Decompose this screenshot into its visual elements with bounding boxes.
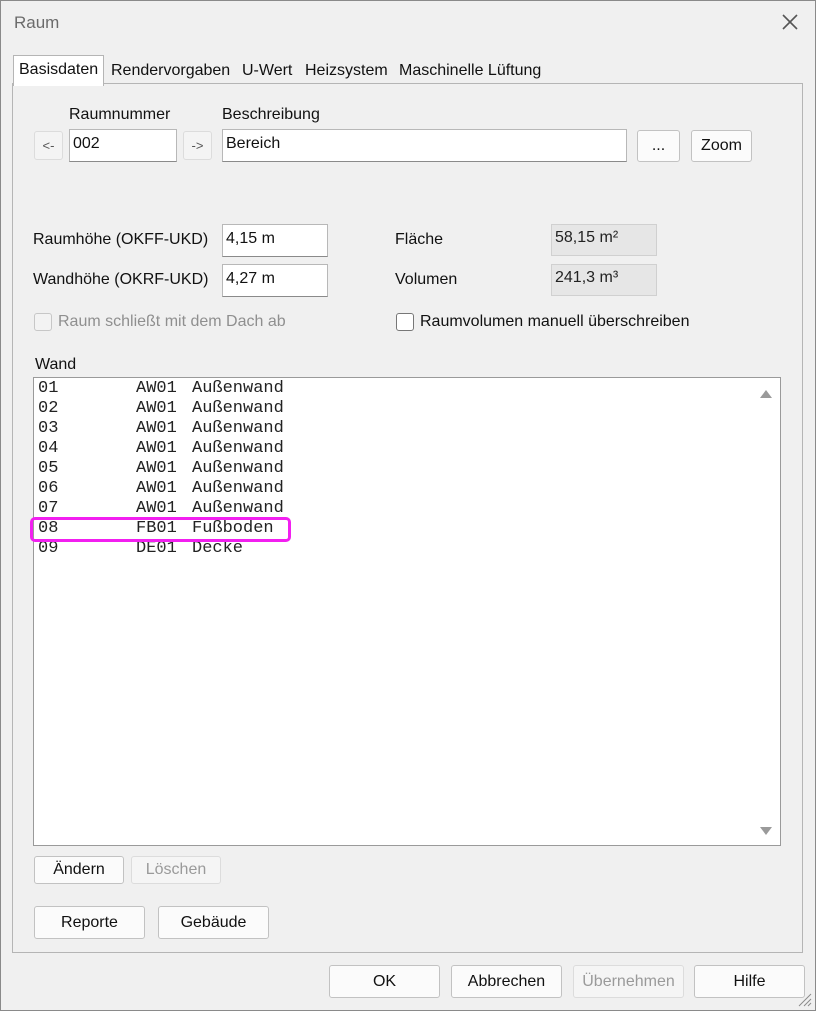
wall-nr: 02	[38, 399, 59, 418]
wall-nr: 04	[38, 439, 59, 458]
wall-code: FB01	[136, 519, 177, 538]
room-height-input[interactable]: 4,15 m	[222, 224, 328, 257]
wall-nr: 06	[38, 479, 59, 498]
wall-nr: 05	[38, 459, 59, 478]
wall-name: Decke	[192, 539, 244, 558]
tab-strip: Basisdaten Rendervorgaben U-Wert Heizsys…	[1, 55, 815, 86]
ok-button[interactable]: OK	[329, 965, 440, 998]
roof-checkbox[interactable]	[34, 313, 52, 331]
volume-value: 241,3 m³	[551, 264, 657, 296]
title-bar[interactable]: Raum	[1, 1, 815, 45]
wall-name: Außenwand	[192, 499, 284, 518]
apply-button[interactable]: Übernehmen	[573, 965, 684, 998]
wall-name: Außenwand	[192, 479, 284, 498]
wall-code: AW01	[136, 479, 177, 498]
help-button[interactable]: Hilfe	[694, 965, 805, 998]
prev-room-button[interactable]: <-	[34, 131, 63, 160]
wall-code: AW01	[136, 459, 177, 478]
wall-code: AW01	[136, 439, 177, 458]
description-label: Beschreibung	[222, 106, 320, 123]
scroll-down-icon[interactable]	[760, 827, 772, 835]
wall-name: Außenwand	[192, 379, 284, 398]
wall-name: Außenwand	[192, 439, 284, 458]
delete-button[interactable]: Löschen	[131, 856, 221, 884]
wall-nr: 07	[38, 499, 59, 518]
room-number-input[interactable]: 002	[69, 129, 177, 162]
zoom-button[interactable]: Zoom	[691, 130, 752, 162]
wall-height-label: Wandhöhe (OKRF-UKD)	[33, 271, 209, 288]
room-number-label: Raumnummer	[69, 106, 171, 123]
wall-listbox[interactable]: 01 AW01 Außenwand 02 AW01 Außenwand 03 AW01 Auße…	[33, 377, 781, 846]
reports-button[interactable]: Reporte	[34, 906, 145, 939]
wall-name: Außenwand	[192, 419, 284, 438]
tab-heizsystem[interactable]: Heizsystem	[302, 59, 391, 83]
description-input[interactable]: Bereich	[222, 129, 627, 162]
wall-code: AW01	[136, 379, 177, 398]
ellipsis-button[interactable]: ...	[637, 130, 680, 162]
window-title: Raum	[14, 13, 60, 32]
wall-code: DE01	[136, 539, 177, 558]
volume-override-label: Raumvolumen manuell überschreiben	[420, 313, 690, 330]
wall-name: Außenwand	[192, 399, 284, 418]
wall-list-label: Wand	[35, 356, 77, 373]
wall-nr: 01	[38, 379, 59, 398]
wall-name: Fußboden	[192, 519, 274, 538]
scroll-up-icon[interactable]	[760, 390, 772, 398]
wall-nr: 08	[38, 519, 59, 538]
tab-rendervorgaben[interactable]: Rendervorgaben	[108, 59, 233, 83]
tab-u-wert[interactable]: U-Wert	[239, 59, 295, 83]
edit-button[interactable]: Ändern	[34, 856, 124, 884]
close-icon[interactable]	[779, 11, 801, 33]
volume-override-checkbox[interactable]	[396, 313, 414, 331]
volume-label: Volumen	[395, 271, 458, 288]
wall-nr: 03	[38, 419, 59, 438]
wall-code: AW01	[136, 499, 177, 518]
wall-nr: 09	[38, 539, 59, 558]
resize-grip-icon[interactable]	[796, 991, 812, 1007]
tab-maschinelle-lueftung[interactable]: Maschinelle Lüftung	[396, 59, 544, 83]
roof-checkbox-label: Raum schließt mit dem Dach ab	[58, 313, 286, 330]
area-value: 58,15 m²	[551, 224, 657, 256]
room-height-label: Raumhöhe (OKFF-UKD)	[33, 231, 209, 248]
wall-height-input[interactable]: 4,27 m	[222, 264, 328, 297]
wall-code: AW01	[136, 419, 177, 438]
wall-code: AW01	[136, 399, 177, 418]
next-room-button[interactable]: ->	[183, 131, 212, 160]
building-button[interactable]: Gebäude	[158, 906, 269, 939]
tab-basisdaten[interactable]: Basisdaten	[13, 55, 105, 86]
wall-name: Außenwand	[192, 459, 284, 478]
area-label: Fläche	[395, 231, 444, 248]
cancel-button[interactable]: Abbrechen	[451, 965, 562, 998]
